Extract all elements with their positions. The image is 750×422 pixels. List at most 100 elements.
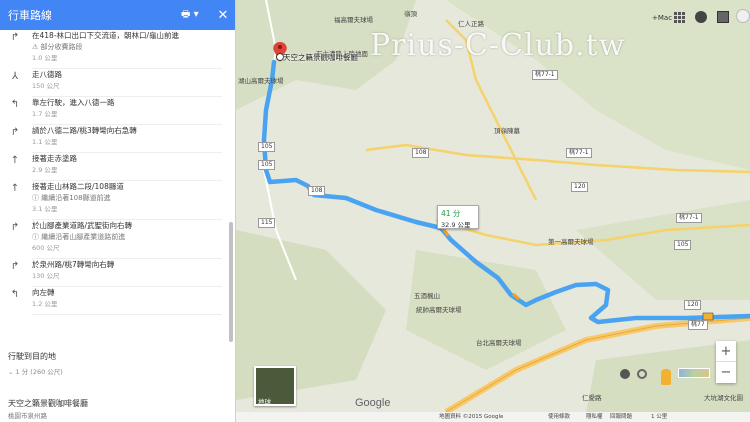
print-button[interactable]: 🖶 ▾	[181, 7, 211, 24]
step-instruction: 走八德路	[32, 70, 62, 79]
direction-step[interactable]: ↱ 請於八德二路/桃3轉彎向右急轉 1.1 公里	[0, 125, 228, 153]
step-distance: 2.9 公里	[32, 165, 222, 181]
earth-label: 地球	[258, 398, 271, 406]
terms-link[interactable]: 使用條款	[548, 412, 570, 422]
report-link[interactable]: 回報問題	[610, 412, 632, 422]
road-label: 桃77-1	[676, 213, 702, 223]
road-label: 桃77-1	[566, 148, 592, 158]
step-distance: 1.7 公里	[32, 109, 222, 125]
directions-panel: 行車路線 🖶 ▾ ✕ ↱ 在418-林口出口下交流道，朝林口/龜山前進 ⚠ 部分收費…	[0, 0, 236, 422]
account-link[interactable]: +Mac	[652, 14, 672, 22]
step-instruction: 於泉州路/桃7轉彎向右轉	[32, 260, 115, 269]
direction-step[interactable]: ⅄ 走八德路 150 公尺	[0, 69, 228, 97]
direction-step[interactable]: ↑ 接著走山林路二段/108縣道 ⓘ 繼續沿著108縣道前進 3.1 公里	[0, 181, 228, 220]
place-label: 統帥高爾夫球場	[416, 306, 462, 314]
road-label: 108	[412, 148, 430, 158]
map-footer: 地圖資料 ©2015 Google 使用條款 隱私權 回報問題 1 公里	[236, 412, 750, 422]
step-instruction: 向左轉	[32, 288, 55, 297]
privacy-link[interactable]: 隱私權	[586, 412, 603, 422]
turn-icon: ↑	[10, 183, 20, 194]
apps-grid-icon[interactable]	[674, 12, 685, 23]
place-label: 五酒楓山	[414, 292, 440, 300]
share-icon[interactable]	[717, 11, 729, 23]
direction-step[interactable]: ↱ 於泉州路/桃7轉彎向右轉 130 公尺	[0, 259, 228, 287]
road-label: 105	[674, 240, 692, 250]
watermark: Prius-C-Club.tw	[370, 28, 626, 63]
avatar[interactable]	[736, 9, 750, 23]
step-instruction: 請於八德二路/桃3轉彎向右急轉	[32, 126, 137, 135]
steps-list: ↱ 在418-林口出口下交流道，朝林口/龜山前進 ⚠ 部分收費路段 1.0 公里 ⅄ 走八…	[0, 30, 228, 315]
arrive-title: 行駛到目的地	[8, 352, 56, 361]
arrive-subtitle[interactable]: ⌄ 1 分 (260 公尺)	[8, 366, 63, 376]
destination-label[interactable]: 天空之籟景觀咖啡餐廳	[283, 52, 358, 63]
road-label: 105	[258, 142, 276, 152]
help-icon[interactable]	[620, 369, 630, 379]
turn-icon: ↱	[10, 32, 20, 43]
step-distance: 1.1 公里	[32, 137, 222, 153]
step-distance: 150 公尺	[32, 81, 222, 97]
direction-step[interactable]: ↱ 於山腳產業道路/武聖街向右轉 ⓘ 繼續沿著山腳產業道路前進 600 公尺	[0, 220, 228, 259]
notification-icon[interactable]	[695, 11, 707, 23]
turn-icon: ⅄	[11, 71, 19, 82]
pegman-icon[interactable]	[661, 369, 671, 385]
place-label: 第一高爾夫球場	[548, 238, 594, 246]
step-instruction: 接著走赤塗路	[32, 154, 77, 163]
zoom-out-button[interactable]: −	[716, 362, 736, 383]
route-distance: 32.9 公里	[441, 221, 471, 229]
map-canvas[interactable]: 福高爾夫球場 嶺頂 仁人正路 石大溝降上陸地面 湖山高爾夫球場 頂嶺陳墓 第一高…	[236, 0, 750, 422]
step-instruction: 靠左行駛，進入八德一路	[32, 98, 115, 107]
road-label: 桃77	[688, 320, 708, 330]
road-label: 120	[571, 182, 589, 192]
route-time: 41 分	[441, 209, 461, 218]
map-data-credit[interactable]: 地圖資料 ©2015 Google	[439, 412, 503, 422]
step-note: ⓘ 繼續沿著108縣道前進	[32, 194, 111, 202]
step-note: ⚠ 部分收費路段	[32, 43, 83, 51]
close-button[interactable]: ✕	[211, 8, 235, 23]
step-distance: 1.2 公里	[32, 299, 222, 315]
road-label: 105	[258, 160, 276, 170]
map-svg	[236, 0, 750, 422]
step-distance: 1.0 公里	[32, 53, 222, 69]
turn-icon: ↰	[10, 289, 20, 300]
route-time-box[interactable]: 41 分 32.9 公里	[437, 205, 479, 229]
step-distance: 3.1 公里	[32, 204, 222, 220]
place-label: 大坑湖文化園	[704, 394, 743, 402]
road-label: 108	[308, 186, 326, 196]
panel-header: 行車路線 🖶 ▾ ✕	[0, 0, 235, 30]
road-label: 115	[258, 218, 276, 228]
place-label: 湖山高爾夫球場	[238, 77, 284, 85]
step-distance: 130 公尺	[32, 271, 222, 287]
place-label: 仁人正路	[458, 20, 484, 28]
panel-scrollbar[interactable]	[229, 222, 233, 342]
scale-label: 1 公里	[651, 414, 668, 420]
gear-icon[interactable]	[637, 369, 647, 379]
destination-name: 天空之籟景觀咖啡餐廳	[8, 399, 88, 408]
step-instruction: 接著走山林路二段/108縣道	[32, 182, 124, 191]
direction-step[interactable]: ↰ 向左轉 1.2 公里	[0, 287, 228, 315]
destination-address: 桃園市泉州路	[8, 412, 47, 420]
turn-icon: ↱	[10, 222, 20, 233]
direction-step[interactable]: ↰ 靠左行駛，進入八德一路 1.7 公里	[0, 97, 228, 125]
step-note: ⓘ 繼續沿著山腳產業道路前進	[32, 233, 126, 241]
step-instruction: 於山腳產業道路/武聖街向右轉	[32, 221, 133, 230]
place-label: 福高爾夫球場	[334, 16, 373, 24]
step-instruction: 在418-林口出口下交流道，朝林口/龜山前進	[32, 31, 180, 40]
road-label: 120	[684, 300, 702, 310]
place-label: 台北高爾夫球場	[476, 339, 522, 347]
zoom-in-button[interactable]: +	[716, 341, 736, 362]
place-label: 頂嶺陳墓	[494, 127, 520, 135]
google-logo: Google	[355, 397, 391, 409]
layers-thumbnail[interactable]	[678, 368, 710, 378]
step-distance: 600 公尺	[32, 243, 222, 259]
turn-icon: ↱	[10, 261, 20, 272]
place-label: 嶺頂	[404, 10, 417, 18]
direction-step[interactable]: ↑ 接著走赤塗路 2.9 公里	[0, 153, 228, 181]
panel-title: 行車路線	[8, 9, 52, 22]
zoom-control[interactable]: + −	[716, 341, 736, 383]
direction-step[interactable]: ↱ 在418-林口出口下交流道，朝林口/龜山前進 ⚠ 部分收費路段 1.0 公里	[0, 30, 228, 69]
turn-icon: ↱	[10, 127, 20, 138]
turn-icon: ↑	[10, 155, 20, 166]
place-label: 仁愛路	[582, 394, 602, 402]
road-label: 桃77-1	[532, 70, 558, 80]
turn-icon: ↰	[10, 99, 20, 110]
